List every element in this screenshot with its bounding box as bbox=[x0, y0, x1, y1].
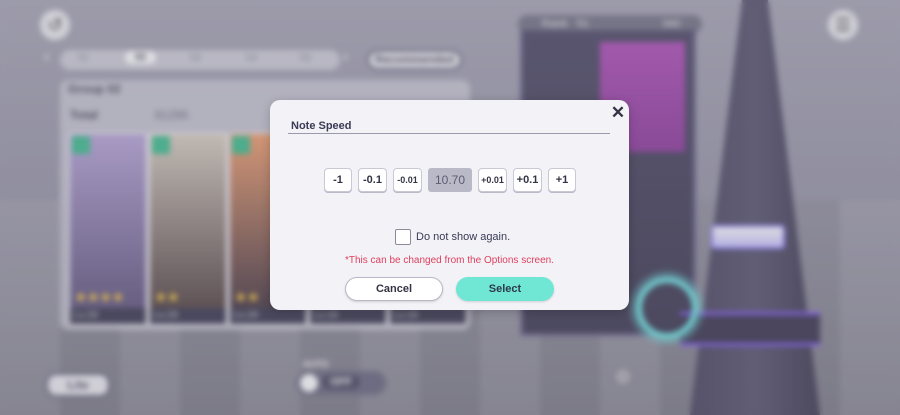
speed-plus-0.01-button[interactable]: +0.01 bbox=[478, 168, 507, 192]
speed-minus-0.1-button[interactable]: -0.1 bbox=[358, 168, 387, 192]
cancel-button[interactable]: Cancel bbox=[345, 277, 443, 301]
select-button[interactable]: Select bbox=[456, 277, 554, 301]
current-speed-value: 10.70 bbox=[428, 168, 472, 192]
close-icon[interactable]: ✕ bbox=[610, 104, 626, 122]
note-speed-dialog: Note Speed ✕ -1 -0.1 -0.01 10.70 +0.01 +… bbox=[270, 100, 629, 310]
speed-minus-0.01-button[interactable]: -0.01 bbox=[393, 168, 422, 192]
dialog-title: Note Speed bbox=[291, 120, 352, 132]
title-divider bbox=[288, 133, 610, 134]
do-not-show-label: Do not show again. bbox=[416, 231, 511, 243]
speed-minus-1-button[interactable]: -1 bbox=[324, 168, 352, 192]
speed-plus-1-button[interactable]: +1 bbox=[548, 168, 576, 192]
do-not-show-checkbox[interactable] bbox=[395, 229, 411, 245]
options-notice: *This can be changed from the Options sc… bbox=[344, 255, 554, 266]
do-not-show-row: Do not show again. bbox=[395, 228, 510, 246]
speed-plus-0.1-button[interactable]: +0.1 bbox=[513, 168, 542, 192]
